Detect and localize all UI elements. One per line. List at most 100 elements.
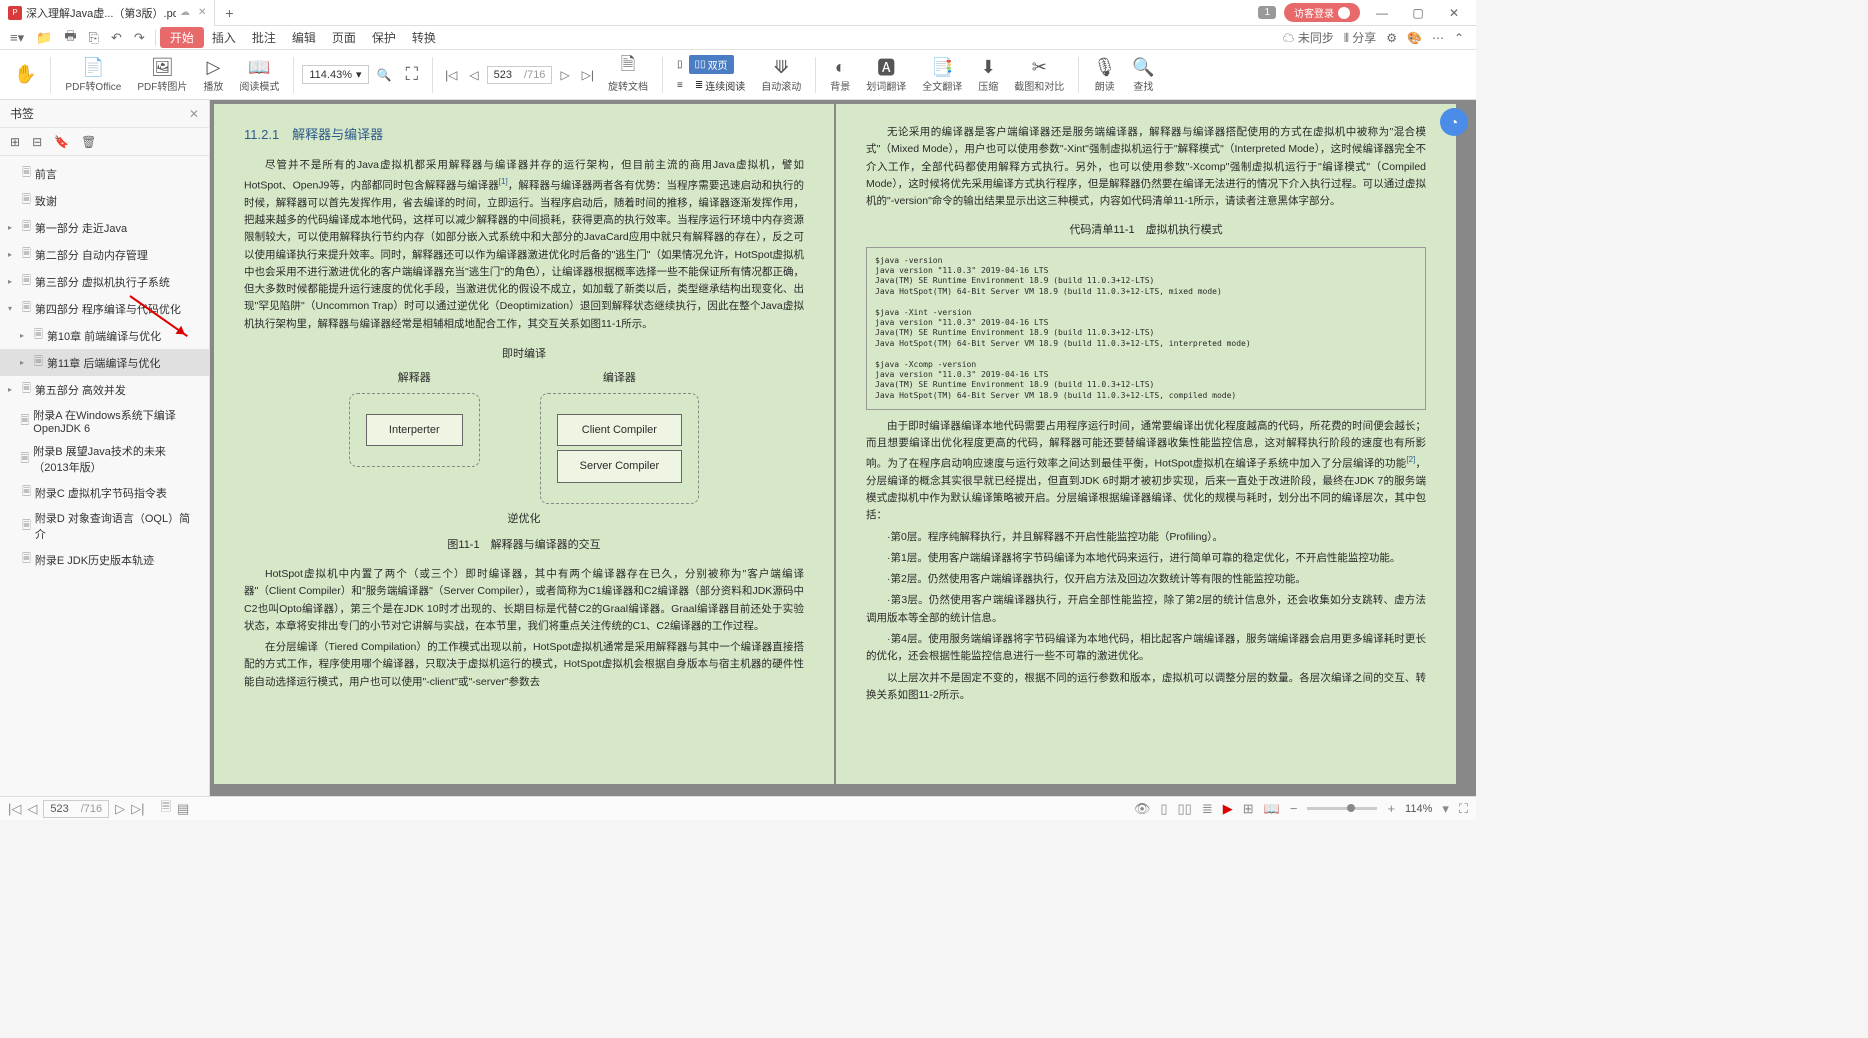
- export-icon[interactable]: ⎘: [83, 30, 105, 46]
- status-outline-icon[interactable]: ▤: [177, 801, 189, 817]
- status-zoom-value[interactable]: 114%: [1405, 803, 1432, 815]
- tree-item[interactable]: 🗏附录B 展望Java技术的未来（2013年版）: [0, 439, 209, 479]
- status-grid-icon[interactable]: ⊞: [1243, 801, 1254, 817]
- menu-start[interactable]: 开始: [160, 27, 204, 48]
- redo-icon[interactable]: ↷: [128, 30, 151, 46]
- document-tab[interactable]: P 深入理解Java虚...（第3版）.pdf ☁ ✕: [0, 0, 215, 26]
- tree-item[interactable]: 🗏附录A 在Windows系统下编译OpenJDK 6: [0, 403, 209, 439]
- tool-play[interactable]: ▷播放: [197, 56, 229, 93]
- collapse-icon[interactable]: ⌃: [1454, 31, 1464, 45]
- expand-icon[interactable]: ▸: [8, 223, 18, 232]
- tree-item[interactable]: 🗏附录C 虚拟机字节码指令表: [0, 479, 209, 506]
- tree-item[interactable]: ▸🗏第10章 前端编译与优化: [0, 322, 209, 349]
- tree-item[interactable]: 🗏附录E JDK历史版本轨迹: [0, 546, 209, 573]
- tool-pdf-office[interactable]: 📄PDF转Office: [59, 56, 127, 93]
- status-continuous-icon[interactable]: ≣: [1202, 801, 1213, 817]
- expand-icon[interactable]: ▾: [8, 304, 18, 313]
- sidebar-close[interactable]: ✕: [189, 107, 199, 121]
- expand-all-icon[interactable]: ⊞: [10, 135, 20, 149]
- status-zoom-out[interactable]: −: [1290, 801, 1298, 816]
- tool-mark-translate[interactable]: 🅰划词翻译: [860, 56, 912, 93]
- status-next-page[interactable]: ▷: [115, 801, 125, 817]
- tool-screenshot[interactable]: ✂截图和对比: [1008, 56, 1070, 93]
- maximize-button[interactable]: ▢: [1404, 6, 1432, 20]
- expand-icon[interactable]: ▸: [8, 277, 18, 286]
- tool-fit[interactable]: ⛶: [399, 64, 424, 86]
- expand-icon[interactable]: ▸: [8, 250, 18, 259]
- prev-page-button[interactable]: ◁: [465, 68, 482, 82]
- share-button[interactable]: ⫴ 分享: [1344, 29, 1376, 46]
- badge-count[interactable]: 1: [1258, 6, 1276, 19]
- continuous-double[interactable]: ≣ 连续阅读: [689, 76, 751, 95]
- menu-convert[interactable]: 转换: [404, 29, 444, 46]
- tree-item[interactable]: ▸🗏第一部分 走近Java: [0, 214, 209, 241]
- zoom-level[interactable]: 114.43% ▾: [302, 65, 368, 84]
- zoom-slider[interactable]: [1307, 807, 1377, 810]
- tool-rotate[interactable]: 🗎旋转文档: [602, 56, 654, 93]
- status-first-page[interactable]: |◁: [8, 801, 21, 817]
- status-fullscreen-icon[interactable]: ⛶: [1459, 801, 1468, 817]
- minimize-button[interactable]: —: [1368, 6, 1396, 20]
- tree-item[interactable]: 🗏致谢: [0, 187, 209, 214]
- first-page-button[interactable]: |◁: [441, 68, 461, 82]
- single-page-view[interactable]: ▯: [671, 55, 689, 74]
- float-assistant-button[interactable]: ◔: [1440, 108, 1468, 136]
- menu-edit[interactable]: 编辑: [284, 29, 324, 46]
- status-prev-page[interactable]: ◁: [27, 801, 37, 817]
- expand-icon[interactable]: ▸: [8, 385, 18, 394]
- tool-compress[interactable]: ⬇压缩: [972, 56, 1004, 93]
- tree-item[interactable]: ▸🗏第二部分 自动内存管理: [0, 241, 209, 268]
- more-icon[interactable]: ⋯: [1432, 31, 1444, 45]
- double-page-view[interactable]: ▯▯ 双页: [689, 55, 734, 74]
- delete-icon[interactable]: 🗑: [81, 135, 96, 149]
- tree-item[interactable]: ▾🗏第四部分 程序编译与代码优化: [0, 295, 209, 322]
- document-view[interactable]: ◔ 11.2.1 解释器与编译器 尽管并不是所有的Java虚拟机都采用解释器与编…: [210, 100, 1476, 796]
- bookmark-icon[interactable]: 🔖: [54, 135, 69, 149]
- tool-auto-scroll[interactable]: ⟱自动滚动: [755, 56, 807, 93]
- menu-comment[interactable]: 批注: [244, 29, 284, 46]
- status-zoom-in[interactable]: +: [1387, 801, 1395, 816]
- tree-item[interactable]: 🗏前言: [0, 160, 209, 187]
- status-play-icon[interactable]: ▶: [1223, 801, 1233, 817]
- status-read-icon[interactable]: 📖: [1264, 801, 1280, 817]
- status-page-current[interactable]: 523: [44, 801, 74, 817]
- zoom-out-icon[interactable]: 🔍: [373, 68, 396, 82]
- settings-icon[interactable]: ⚙: [1386, 31, 1397, 45]
- tool-read-mode[interactable]: 📖阅读模式: [233, 56, 285, 93]
- menu-insert[interactable]: 插入: [204, 29, 244, 46]
- status-last-page[interactable]: ▷|: [131, 801, 144, 817]
- hand-tool[interactable]: ✋: [8, 64, 42, 86]
- menu-protect[interactable]: 保护: [364, 29, 404, 46]
- tree-item[interactable]: ▸🗏第11章 后端编译与优化: [0, 349, 209, 376]
- tool-full-translate[interactable]: 📑全文翻译: [916, 56, 968, 93]
- status-single-icon[interactable]: ▯: [1160, 801, 1167, 817]
- status-dropdown-icon[interactable]: ▾: [1442, 801, 1449, 817]
- tool-background[interactable]: ◐背景: [824, 56, 856, 93]
- menu-page[interactable]: 页面: [324, 29, 364, 46]
- expand-icon[interactable]: ▸: [20, 331, 30, 340]
- print-icon[interactable]: 🖶: [58, 27, 82, 49]
- add-tab-button[interactable]: +: [215, 5, 243, 21]
- status-bookmark-icon[interactable]: 🗏: [161, 798, 171, 820]
- undo-icon[interactable]: ↶: [105, 30, 128, 46]
- login-button[interactable]: 访客登录: [1284, 3, 1360, 22]
- tool-pdf-image[interactable]: 🖼PDF转图片: [131, 56, 193, 93]
- continuous-single[interactable]: ≡: [671, 76, 689, 95]
- open-icon[interactable]: 📁: [30, 30, 58, 46]
- tree-item[interactable]: ▸🗏第五部分 高效并发: [0, 376, 209, 403]
- close-button[interactable]: ✕: [1440, 6, 1468, 20]
- status-double-icon[interactable]: ▯▯: [1178, 801, 1192, 817]
- tool-find[interactable]: 🔍查找: [1126, 56, 1160, 93]
- status-eye-icon[interactable]: 👁: [1134, 801, 1151, 817]
- collapse-all-icon[interactable]: ⊟: [32, 135, 42, 149]
- page-current[interactable]: 523: [488, 67, 518, 83]
- next-page-button[interactable]: ▷: [556, 68, 573, 82]
- tree-item[interactable]: ▸🗏第三部分 虚拟机执行子系统: [0, 268, 209, 295]
- sync-status[interactable]: ☁ 未同步: [1282, 29, 1333, 46]
- tree-item[interactable]: 🗏附录D 对象查询语言（OQL）简介: [0, 506, 209, 546]
- expand-icon[interactable]: ▸: [20, 358, 30, 367]
- menu-dropdown-icon[interactable]: ≡▾: [4, 30, 30, 46]
- last-page-button[interactable]: ▷|: [578, 68, 598, 82]
- tab-close[interactable]: ✕: [198, 7, 206, 18]
- skin-icon[interactable]: 🎨: [1407, 31, 1422, 45]
